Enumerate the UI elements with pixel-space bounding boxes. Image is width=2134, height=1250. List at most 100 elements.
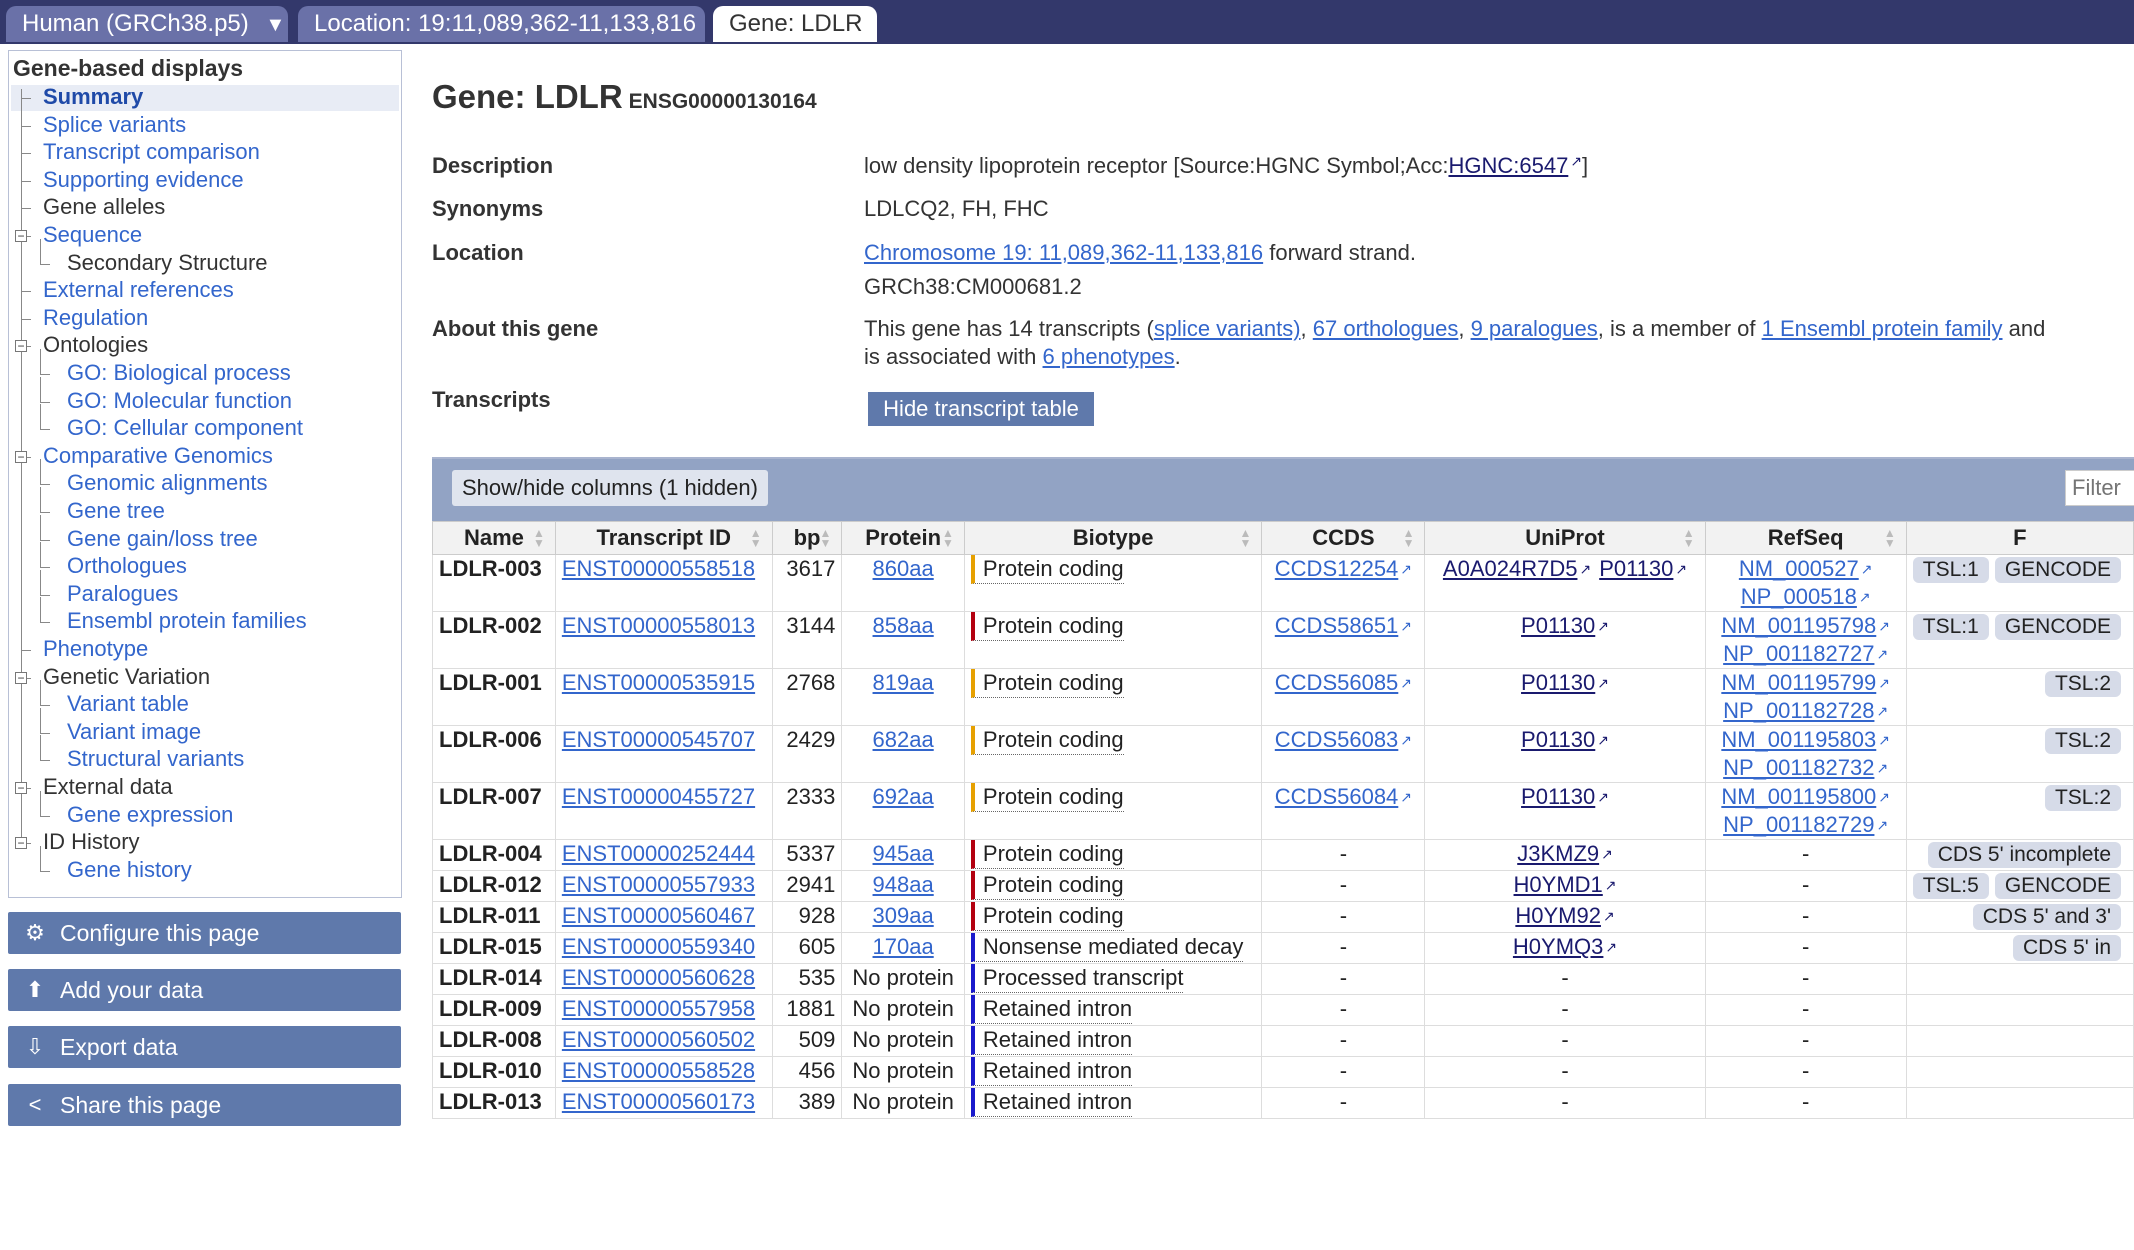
sidebar-item-gene-alleles[interactable]: Gene alleles (43, 193, 165, 221)
sidebar-item-go-molecular-function[interactable]: GO: Molecular function (67, 387, 292, 415)
sidebar-item-ontologies[interactable]: Ontologies (43, 331, 148, 359)
uniprot-link[interactable]: P01130 (1521, 784, 1609, 809)
uniprot-link[interactable]: P01130 (1521, 670, 1609, 695)
uniprot-link[interactable]: J3KMZ9 (1517, 841, 1613, 866)
protein-link[interactable]: 682aa (873, 727, 934, 752)
filter-input[interactable] (2065, 470, 2134, 506)
protein-link[interactable]: 945aa (873, 841, 934, 866)
uniprot-link[interactable]: H0YMD1 (1514, 872, 1617, 897)
tab-species[interactable]: Human (GRCh38.p5) ▼ (6, 6, 288, 42)
column-header-uniprot[interactable]: UniProt ▲ ▼ (1424, 521, 1706, 555)
sort-icon[interactable]: ▲ ▼ (1884, 527, 1896, 549)
sidebar-item-orthologues[interactable]: Orthologues (67, 552, 187, 580)
protein-link[interactable]: 309aa (873, 903, 934, 928)
transcript-id-link[interactable]: ENST00000560173 (562, 1089, 755, 1114)
refseq-link[interactable]: NP_001182732 (1712, 754, 1900, 782)
column-header-bp[interactable]: bp ▲ ▼ (771, 521, 843, 555)
sidebar-item-variant-table[interactable]: Variant table (67, 690, 189, 718)
column-header-f[interactable]: F (1905, 521, 2134, 555)
transcript-id-link[interactable]: ENST00000545707 (562, 727, 755, 752)
ccds-link[interactable]: CCDS12254 (1275, 556, 1412, 581)
uniprot-link[interactable]: H0YMQ3 (1513, 934, 1617, 959)
transcript-id-link[interactable]: ENST00000455727 (562, 784, 755, 809)
export-data-button[interactable]: ⇩ Export data (8, 1026, 401, 1068)
sidebar-item-gene-gain-loss-tree[interactable]: Gene gain/loss tree (67, 525, 258, 553)
sidebar-item-sequence[interactable]: Sequence (43, 221, 142, 249)
sidebar-item-gene-history[interactable]: Gene history (67, 856, 192, 884)
sort-icon[interactable]: ▲ ▼ (533, 527, 545, 549)
collapse-toggle-icon[interactable]: − (15, 837, 27, 850)
sort-icon[interactable]: ▲ ▼ (1239, 527, 1251, 549)
sidebar-item-go-cellular-component[interactable]: GO: Cellular component (67, 414, 303, 442)
refseq-link[interactable]: NM_001195803 (1712, 727, 1900, 755)
configure-page-button[interactable]: ⚙ Configure this page (8, 912, 401, 954)
orthologues-link[interactable]: 67 orthologues (1313, 316, 1459, 341)
refseq-link[interactable]: NM_001195800 (1712, 784, 1900, 812)
column-header-biotype[interactable]: Biotype ▲ ▼ (963, 521, 1263, 555)
uniprot-link[interactable]: P01130 (1521, 727, 1609, 752)
protein-link[interactable]: 692aa (873, 784, 934, 809)
sidebar-item-gene-expression[interactable]: Gene expression (67, 801, 233, 829)
uniprot-link[interactable]: H0YM92 (1515, 903, 1614, 928)
protein-link[interactable]: 819aa (873, 670, 934, 695)
hgnc-link[interactable]: HGNC:6547 (1448, 153, 1582, 178)
refseq-link[interactable]: NM_001195799 (1712, 670, 1900, 698)
transcript-id-link[interactable]: ENST00000558518 (562, 556, 755, 581)
sidebar-item-secondary-structure[interactable]: Secondary Structure (67, 249, 268, 277)
refseq-link[interactable]: NM_000527 (1712, 556, 1900, 584)
phenotypes-link[interactable]: 6 phenotypes (1043, 344, 1175, 369)
sidebar-item-gene-tree[interactable]: Gene tree (67, 497, 165, 525)
sort-icon[interactable]: ▲ ▼ (1683, 527, 1695, 549)
ccds-link[interactable]: CCDS56083 (1275, 727, 1412, 752)
transcript-id-link[interactable]: ENST00000557958 (562, 996, 755, 1021)
sidebar-item-supporting-evidence[interactable]: Supporting evidence (43, 166, 244, 194)
refseq-link[interactable]: NP_001182727 (1712, 640, 1900, 668)
transcript-id-link[interactable]: ENST00000560628 (562, 965, 755, 990)
sort-icon[interactable]: ▲ ▼ (750, 527, 762, 549)
refseq-link[interactable]: NP_001182728 (1712, 697, 1900, 725)
refseq-link[interactable]: NP_001182729 (1712, 811, 1900, 839)
column-header-protein[interactable]: Protein ▲ ▼ (841, 521, 965, 555)
hide-transcript-table-button[interactable]: Hide transcript table (868, 392, 1094, 426)
sidebar-item-structural-variants[interactable]: Structural variants (67, 745, 244, 773)
sidebar-item-ensembl-protein-families[interactable]: Ensembl protein families (67, 607, 307, 635)
sidebar-item-phenotype[interactable]: Phenotype (43, 635, 148, 663)
collapse-toggle-icon[interactable]: − (15, 671, 27, 684)
ccds-link[interactable]: CCDS56085 (1275, 670, 1412, 695)
sidebar-item-id-history[interactable]: ID History (43, 828, 140, 856)
sort-icon[interactable]: ▲ ▼ (1403, 527, 1415, 549)
sort-icon[interactable]: ▲ ▼ (942, 527, 954, 549)
sidebar-item-regulation[interactable]: Regulation (43, 304, 148, 332)
collapse-toggle-icon[interactable]: − (15, 782, 27, 794)
uniprot-link[interactable]: P01130 (1599, 556, 1687, 581)
refseq-link[interactable]: NM_001195798 (1712, 613, 1900, 641)
sidebar-item-summary[interactable]: Summary (43, 83, 143, 111)
transcript-id-link[interactable]: ENST00000559340 (562, 934, 755, 959)
sort-icon[interactable]: ▲ ▼ (819, 527, 831, 549)
protein-link[interactable]: 170aa (873, 934, 934, 959)
transcript-id-link[interactable]: ENST00000535915 (562, 670, 755, 695)
column-header-refseq[interactable]: RefSeq ▲ ▼ (1704, 521, 1907, 555)
tab-location[interactable]: Location: 19:11,089,362-11,133,816 (298, 6, 705, 42)
transcript-id-link[interactable]: ENST00000560467 (562, 903, 755, 928)
transcript-id-link[interactable]: ENST00000560502 (562, 1027, 755, 1052)
transcript-id-link[interactable]: ENST00000558528 (562, 1058, 755, 1083)
sidebar-item-variant-image[interactable]: Variant image (67, 718, 201, 746)
uniprot-link[interactable]: P01130 (1521, 613, 1609, 638)
chevron-down-icon[interactable]: ▼ (265, 14, 285, 36)
protein-link[interactable]: 948aa (873, 872, 934, 897)
add-your-data-button[interactable]: ⬆ Add your data (8, 969, 401, 1011)
show-hide-columns-button[interactable]: Show/hide columns (1 hidden) (452, 470, 768, 506)
protein-link[interactable]: 860aa (873, 556, 934, 581)
transcript-id-link[interactable]: ENST00000252444 (562, 841, 755, 866)
transcript-id-link[interactable]: ENST00000557933 (562, 872, 755, 897)
sidebar-item-comparative-genomics[interactable]: Comparative Genomics (43, 442, 273, 470)
collapse-toggle-icon[interactable]: − (15, 340, 27, 353)
transcript-id-link[interactable]: ENST00000558013 (562, 613, 755, 638)
share-page-button[interactable]: < Share this page (8, 1084, 401, 1126)
uniprot-link[interactable]: A0A024R7D5 (1443, 556, 1591, 581)
column-header-ccds[interactable]: CCDS ▲ ▼ (1261, 521, 1426, 555)
sidebar-item-external-references[interactable]: External references (43, 276, 234, 304)
paralogues-link[interactable]: 9 paralogues (1471, 316, 1598, 341)
sidebar-item-splice-variants[interactable]: Splice variants (43, 111, 186, 139)
